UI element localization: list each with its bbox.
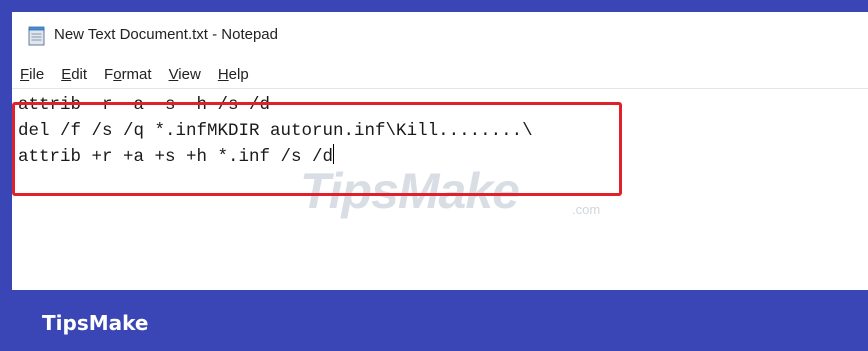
editor-content: attrib -r -a -s -h /s /d del /f /s /q *.i… (18, 93, 533, 171)
menu-view[interactable]: View (169, 66, 201, 83)
notepad-icon (28, 26, 46, 46)
editor-line-2: del /f /s /q *.infMKDIR autorun.inf\Kill… (18, 120, 533, 141)
text-editor[interactable]: attrib -r -a -s -h /s /d del /f /s /q *.i… (12, 88, 868, 291)
editor-line-1: attrib -r -a -s -h /s /d (18, 95, 271, 115)
title-bar: New Text Document.txt - Notepad (12, 12, 868, 60)
menu-file[interactable]: File (20, 66, 44, 83)
footer-brand: TipsMake (42, 311, 149, 335)
menu-format[interactable]: Format (104, 66, 152, 83)
menu-help[interactable]: Help (218, 66, 249, 83)
menu-bar: File Edit Format View Help (12, 62, 868, 86)
text-caret (333, 144, 335, 164)
editor-line-3: attrib +r +a +s +h *.inf /s /d (18, 144, 533, 171)
notepad-window: New Text Document.txt - Notepad File Edi… (12, 12, 868, 290)
window-title: New Text Document.txt - Notepad (54, 26, 278, 43)
menu-edit[interactable]: Edit (61, 66, 87, 83)
